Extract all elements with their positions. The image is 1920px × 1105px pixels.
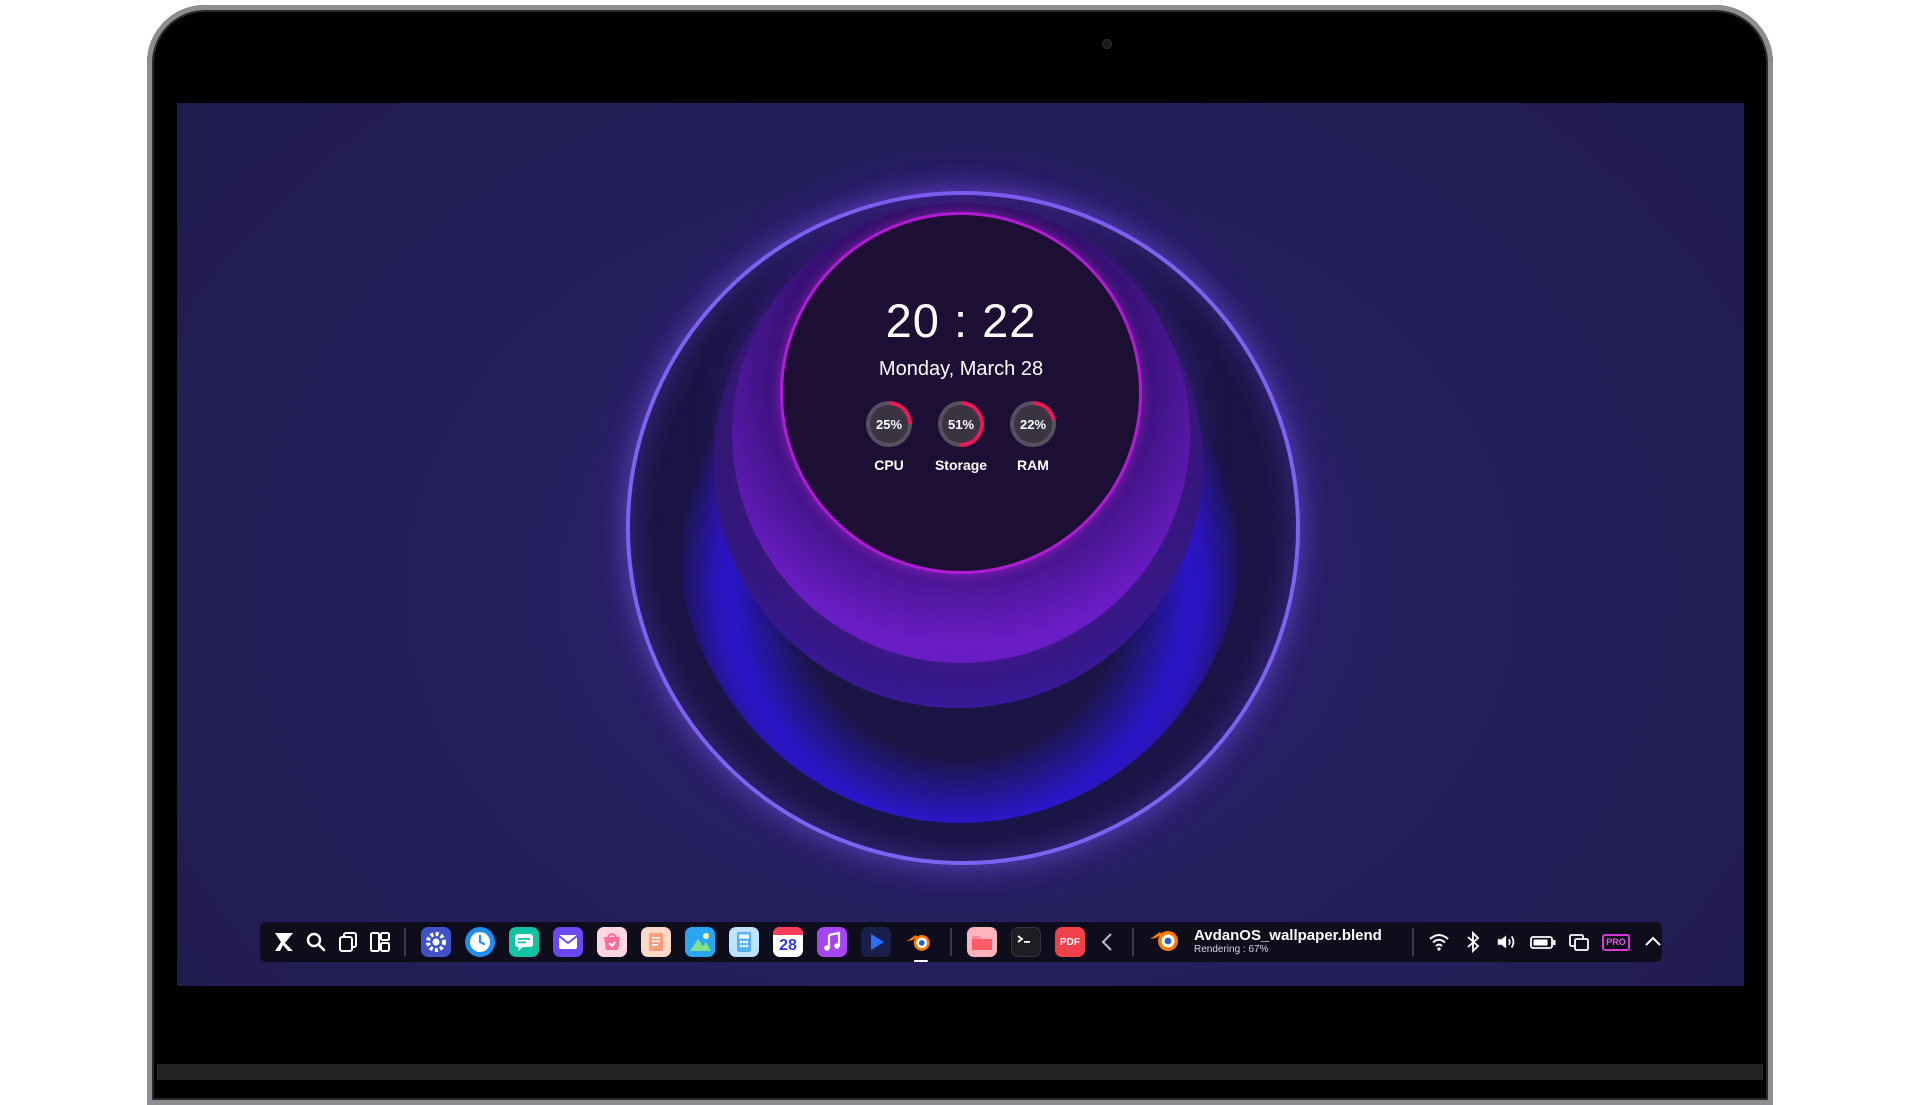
render-file-name: AvdanOS_wallpaper.blend <box>1194 927 1382 944</box>
render-text: AvdanOS_wallpaper.blend Rendering : 67% <box>1194 928 1404 956</box>
cpu-gauge[interactable]: 25% CPU <box>866 401 912 473</box>
store-icon[interactable] <box>597 927 627 957</box>
pdf-icon[interactable]: PDF <box>1055 927 1085 957</box>
taskbar-separator <box>1412 928 1414 956</box>
window-switcher-icon[interactable] <box>336 930 360 954</box>
search-icon[interactable] <box>304 930 328 954</box>
clock-widget[interactable]: 20 : 22 Monday, March 28 25% CPU 51% Sto… <box>780 212 1142 574</box>
storage-gauge-label: Storage <box>934 457 988 473</box>
chevron-up-icon[interactable] <box>1641 930 1665 954</box>
music-icon[interactable] <box>817 927 847 957</box>
render-task[interactable]: AvdanOS_wallpaper.blend Rendering : 67% <box>1148 925 1404 960</box>
taskbar-separator <box>404 928 406 956</box>
settings-icon[interactable] <box>421 927 451 957</box>
mail-icon[interactable] <box>553 927 583 957</box>
widgets-icon[interactable] <box>368 930 392 954</box>
photos-icon[interactable] <box>685 927 715 957</box>
system-tray: PRO <box>1404 928 1670 956</box>
chevron-left-icon[interactable] <box>1096 930 1120 954</box>
clock-time: 20 : 22 <box>885 294 1037 347</box>
cpu-gauge-ring: 25% <box>866 401 912 447</box>
ram-gauge[interactable]: 22% RAM <box>1010 401 1056 473</box>
render-status: Rendering : 67% <box>1194 944 1404 956</box>
taskbar: 28 PDF AvdanOS_wallpaper.blend Rendering… <box>260 922 1662 962</box>
bluetooth-icon[interactable] <box>1461 930 1485 954</box>
render-status-label: Rendering : <box>1194 944 1246 955</box>
taskbar-separator <box>1132 928 1134 956</box>
wifi-icon[interactable] <box>1427 930 1451 954</box>
storage-gauge-ring: 51% <box>938 401 984 447</box>
pdf-icon-label: PDF <box>1060 936 1080 948</box>
multitask-icon[interactable] <box>1567 930 1591 954</box>
ram-gauge-value: 22% <box>1014 405 1052 443</box>
terminal-icon[interactable] <box>1011 927 1041 957</box>
taskbar-separator <box>950 928 952 956</box>
avdan-logo-icon[interactable] <box>272 930 296 954</box>
calendar-day: 28 <box>779 937 797 954</box>
cpu-gauge-value: 25% <box>870 405 908 443</box>
notes-icon[interactable] <box>641 927 671 957</box>
blender-running-indicator <box>914 960 928 962</box>
blender-icon[interactable] <box>905 927 935 962</box>
laptop-chin <box>157 1064 1763 1080</box>
files-icon[interactable] <box>967 927 997 957</box>
desktop-screen: 20 : 22 Monday, March 28 25% CPU 51% Sto… <box>177 103 1744 986</box>
calculator-icon[interactable] <box>729 927 759 957</box>
cpu-gauge-label: CPU <box>874 457 904 473</box>
pro-badge[interactable]: PRO <box>1601 930 1631 954</box>
render-progress: 67% <box>1248 944 1269 955</box>
storage-gauge-value: 51% <box>942 405 980 443</box>
ram-gauge-label: RAM <box>1017 457 1049 473</box>
clock-date: Monday, March 28 <box>878 358 1044 380</box>
render-blender-icon <box>1148 925 1184 960</box>
storage-gauge[interactable]: 51% Storage <box>934 401 988 473</box>
pro-badge-label: PRO <box>1602 933 1630 951</box>
system-gauges: 25% CPU 51% Storage 22% RAM <box>783 401 1139 473</box>
clock-icon[interactable] <box>465 927 495 957</box>
battery-icon[interactable] <box>1529 930 1557 954</box>
volume-icon[interactable] <box>1495 930 1519 954</box>
ram-gauge-ring: 22% <box>1010 401 1056 447</box>
messages-icon[interactable] <box>509 927 539 957</box>
calendar-icon[interactable]: 28 <box>773 927 803 957</box>
media-player-icon[interactable] <box>861 927 891 957</box>
camera <box>1103 40 1111 48</box>
